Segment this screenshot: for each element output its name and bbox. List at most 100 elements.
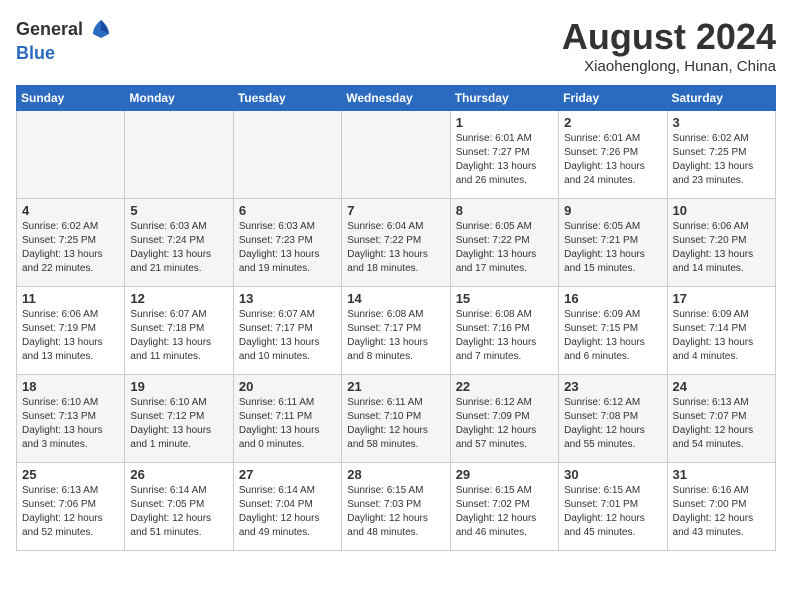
- calendar-cell: 9 Sunrise: 6:05 AMSunset: 7:21 PMDayligh…: [559, 199, 667, 287]
- calendar-cell: 16 Sunrise: 6:09 AMSunset: 7:15 PMDaylig…: [559, 287, 667, 375]
- day-number: 15: [456, 291, 553, 306]
- calendar-cell: 1 Sunrise: 6:01 AMSunset: 7:27 PMDayligh…: [450, 111, 558, 199]
- weekday-header-wednesday: Wednesday: [342, 86, 450, 111]
- day-number: 30: [564, 467, 661, 482]
- day-info: Sunrise: 6:04 AMSunset: 7:22 PMDaylight:…: [347, 220, 444, 276]
- calendar-cell: 19 Sunrise: 6:10 AMSunset: 7:12 PMDaylig…: [125, 375, 233, 463]
- day-number: 29: [456, 467, 553, 482]
- day-info: Sunrise: 6:11 AMSunset: 7:11 PMDaylight:…: [239, 396, 336, 452]
- day-number: 11: [22, 291, 119, 306]
- day-info: Sunrise: 6:13 AMSunset: 7:07 PMDaylight:…: [673, 396, 770, 452]
- calendar-cell: 26 Sunrise: 6:14 AMSunset: 7:05 PMDaylig…: [125, 463, 233, 551]
- day-number: 4: [22, 203, 119, 218]
- calendar-cell: 20 Sunrise: 6:11 AMSunset: 7:11 PMDaylig…: [233, 375, 341, 463]
- day-info: Sunrise: 6:14 AMSunset: 7:05 PMDaylight:…: [130, 484, 227, 540]
- calendar-cell: 8 Sunrise: 6:05 AMSunset: 7:22 PMDayligh…: [450, 199, 558, 287]
- calendar-cell: [342, 111, 450, 199]
- day-number: 20: [239, 379, 336, 394]
- day-info: Sunrise: 6:12 AMSunset: 7:09 PMDaylight:…: [456, 396, 553, 452]
- weekday-header-friday: Friday: [559, 86, 667, 111]
- day-info: Sunrise: 6:03 AMSunset: 7:24 PMDaylight:…: [130, 220, 227, 276]
- weekday-header-row: SundayMondayTuesdayWednesdayThursdayFrid…: [17, 86, 776, 111]
- day-number: 21: [347, 379, 444, 394]
- day-number: 16: [564, 291, 661, 306]
- logo-blue: Blue: [16, 43, 55, 63]
- day-number: 25: [22, 467, 119, 482]
- day-info: Sunrise: 6:01 AMSunset: 7:27 PMDaylight:…: [456, 132, 553, 188]
- calendar-cell: 31 Sunrise: 6:16 AMSunset: 7:00 PMDaylig…: [667, 463, 775, 551]
- day-number: 9: [564, 203, 661, 218]
- day-info: Sunrise: 6:08 AMSunset: 7:16 PMDaylight:…: [456, 308, 553, 364]
- day-number: 22: [456, 379, 553, 394]
- day-info: Sunrise: 6:12 AMSunset: 7:08 PMDaylight:…: [564, 396, 661, 452]
- day-number: 13: [239, 291, 336, 306]
- day-number: 2: [564, 115, 661, 130]
- calendar-cell: 18 Sunrise: 6:10 AMSunset: 7:13 PMDaylig…: [17, 375, 125, 463]
- day-info: Sunrise: 6:16 AMSunset: 7:00 PMDaylight:…: [673, 484, 770, 540]
- weekday-header-sunday: Sunday: [17, 86, 125, 111]
- calendar-cell: 17 Sunrise: 6:09 AMSunset: 7:14 PMDaylig…: [667, 287, 775, 375]
- day-info: Sunrise: 6:07 AMSunset: 7:17 PMDaylight:…: [239, 308, 336, 364]
- day-number: 12: [130, 291, 227, 306]
- calendar-week-5: 25 Sunrise: 6:13 AMSunset: 7:06 PMDaylig…: [17, 463, 776, 551]
- day-info: Sunrise: 6:01 AMSunset: 7:26 PMDaylight:…: [564, 132, 661, 188]
- day-info: Sunrise: 6:10 AMSunset: 7:13 PMDaylight:…: [22, 396, 119, 452]
- page-header: General Blue August 2024 Xiaohenglong, H…: [16, 16, 776, 75]
- logo-icon: [87, 16, 115, 44]
- weekday-header-thursday: Thursday: [450, 86, 558, 111]
- calendar-cell: 28 Sunrise: 6:15 AMSunset: 7:03 PMDaylig…: [342, 463, 450, 551]
- calendar-cell: [125, 111, 233, 199]
- day-info: Sunrise: 6:02 AMSunset: 7:25 PMDaylight:…: [22, 220, 119, 276]
- day-number: 26: [130, 467, 227, 482]
- day-info: Sunrise: 6:10 AMSunset: 7:12 PMDaylight:…: [130, 396, 227, 452]
- day-number: 23: [564, 379, 661, 394]
- day-info: Sunrise: 6:06 AMSunset: 7:20 PMDaylight:…: [673, 220, 770, 276]
- calendar-week-4: 18 Sunrise: 6:10 AMSunset: 7:13 PMDaylig…: [17, 375, 776, 463]
- weekday-header-tuesday: Tuesday: [233, 86, 341, 111]
- day-number: 27: [239, 467, 336, 482]
- calendar-cell: 4 Sunrise: 6:02 AMSunset: 7:25 PMDayligh…: [17, 199, 125, 287]
- calendar-cell: 12 Sunrise: 6:07 AMSunset: 7:18 PMDaylig…: [125, 287, 233, 375]
- weekday-header-monday: Monday: [125, 86, 233, 111]
- day-number: 5: [130, 203, 227, 218]
- calendar-cell: 30 Sunrise: 6:15 AMSunset: 7:01 PMDaylig…: [559, 463, 667, 551]
- day-number: 19: [130, 379, 227, 394]
- day-info: Sunrise: 6:08 AMSunset: 7:17 PMDaylight:…: [347, 308, 444, 364]
- day-info: Sunrise: 6:03 AMSunset: 7:23 PMDaylight:…: [239, 220, 336, 276]
- title-block: August 2024 Xiaohenglong, Hunan, China: [562, 16, 776, 75]
- calendar-cell: 6 Sunrise: 6:03 AMSunset: 7:23 PMDayligh…: [233, 199, 341, 287]
- day-number: 14: [347, 291, 444, 306]
- calendar-cell: 21 Sunrise: 6:11 AMSunset: 7:10 PMDaylig…: [342, 375, 450, 463]
- calendar-week-2: 4 Sunrise: 6:02 AMSunset: 7:25 PMDayligh…: [17, 199, 776, 287]
- day-number: 31: [673, 467, 770, 482]
- calendar-cell: 15 Sunrise: 6:08 AMSunset: 7:16 PMDaylig…: [450, 287, 558, 375]
- day-info: Sunrise: 6:13 AMSunset: 7:06 PMDaylight:…: [22, 484, 119, 540]
- month-title: August 2024: [562, 16, 776, 58]
- calendar-week-1: 1 Sunrise: 6:01 AMSunset: 7:27 PMDayligh…: [17, 111, 776, 199]
- day-number: 18: [22, 379, 119, 394]
- calendar-cell: 22 Sunrise: 6:12 AMSunset: 7:09 PMDaylig…: [450, 375, 558, 463]
- day-number: 28: [347, 467, 444, 482]
- calendar-cell: 25 Sunrise: 6:13 AMSunset: 7:06 PMDaylig…: [17, 463, 125, 551]
- day-number: 17: [673, 291, 770, 306]
- location: Xiaohenglong, Hunan, China: [562, 58, 776, 75]
- day-number: 7: [347, 203, 444, 218]
- day-info: Sunrise: 6:15 AMSunset: 7:01 PMDaylight:…: [564, 484, 661, 540]
- calendar-cell: 27 Sunrise: 6:14 AMSunset: 7:04 PMDaylig…: [233, 463, 341, 551]
- calendar-cell: 7 Sunrise: 6:04 AMSunset: 7:22 PMDayligh…: [342, 199, 450, 287]
- day-number: 3: [673, 115, 770, 130]
- logo: General Blue: [16, 16, 115, 64]
- day-info: Sunrise: 6:05 AMSunset: 7:22 PMDaylight:…: [456, 220, 553, 276]
- day-info: Sunrise: 6:05 AMSunset: 7:21 PMDaylight:…: [564, 220, 661, 276]
- day-info: Sunrise: 6:11 AMSunset: 7:10 PMDaylight:…: [347, 396, 444, 452]
- calendar-cell: 3 Sunrise: 6:02 AMSunset: 7:25 PMDayligh…: [667, 111, 775, 199]
- day-number: 10: [673, 203, 770, 218]
- calendar-cell: 13 Sunrise: 6:07 AMSunset: 7:17 PMDaylig…: [233, 287, 341, 375]
- calendar-cell: 23 Sunrise: 6:12 AMSunset: 7:08 PMDaylig…: [559, 375, 667, 463]
- day-info: Sunrise: 6:09 AMSunset: 7:15 PMDaylight:…: [564, 308, 661, 364]
- calendar-cell: 11 Sunrise: 6:06 AMSunset: 7:19 PMDaylig…: [17, 287, 125, 375]
- logo-general: General: [16, 20, 83, 40]
- day-info: Sunrise: 6:15 AMSunset: 7:03 PMDaylight:…: [347, 484, 444, 540]
- day-number: 6: [239, 203, 336, 218]
- calendar-cell: [17, 111, 125, 199]
